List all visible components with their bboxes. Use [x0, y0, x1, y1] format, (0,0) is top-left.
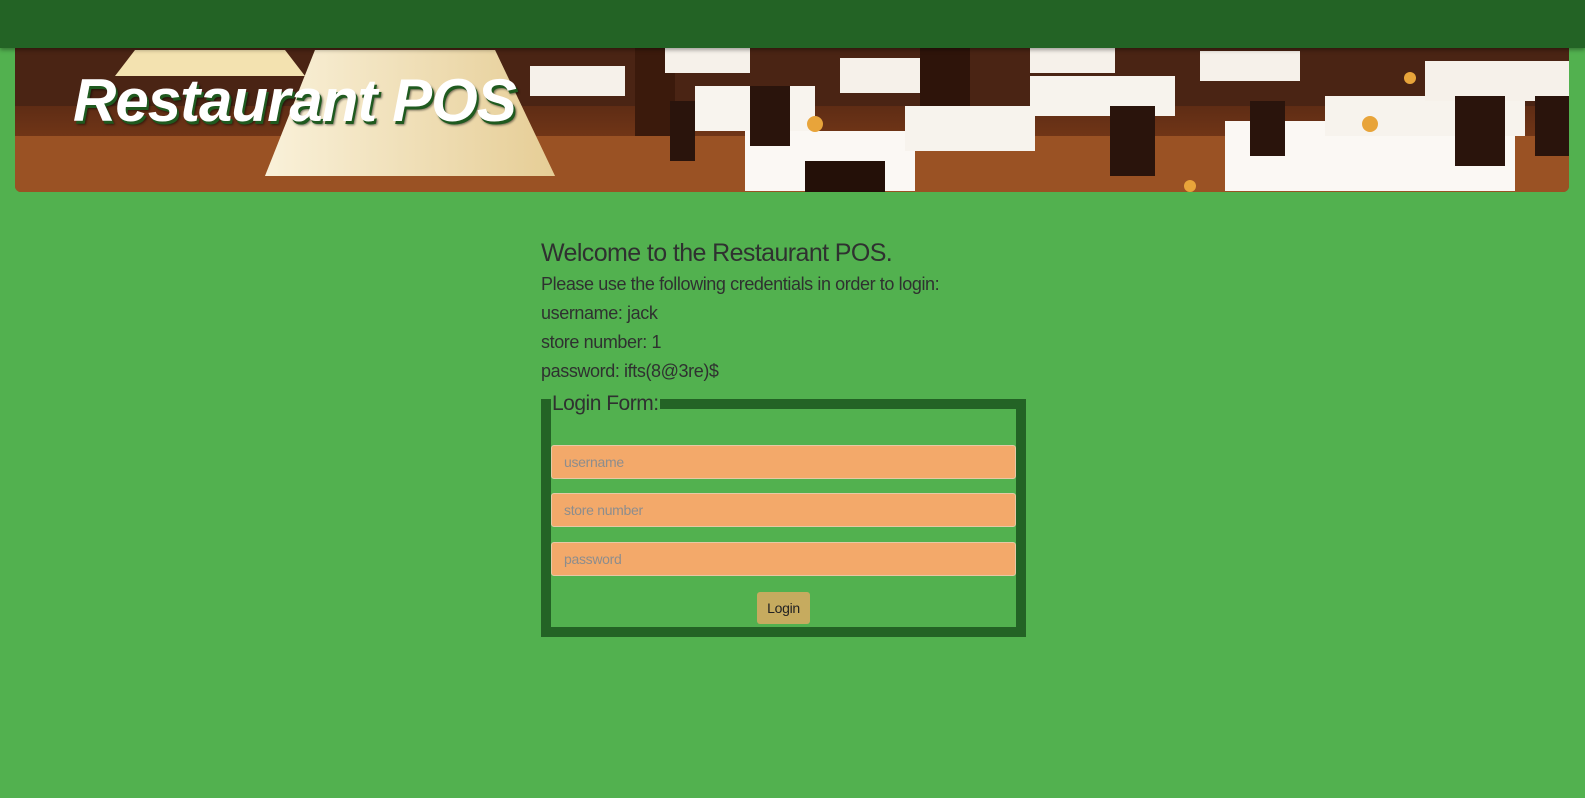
- store-number-input[interactable]: [551, 493, 1016, 527]
- password-input[interactable]: [551, 542, 1016, 576]
- login-form-legend: Login Form:: [552, 392, 659, 415]
- welcome-heading: Welcome to the Restaurant POS.: [541, 239, 893, 267]
- top-bar: [0, 0, 1585, 48]
- login-form: Login Form: Login: [541, 392, 1026, 637]
- header-banner: Restaurant POS: [15, 36, 1569, 192]
- password-credential: password: ifts(8@3re)$: [541, 361, 719, 381]
- main-content: Welcome to the Restaurant POS. Please us…: [541, 236, 1031, 637]
- username-input[interactable]: [551, 445, 1016, 479]
- store-credential: store number: 1: [541, 332, 662, 352]
- instructions-text: Please use the following credentials in …: [541, 274, 940, 294]
- username-credential: username: jack: [541, 303, 658, 323]
- login-button[interactable]: Login: [757, 592, 810, 624]
- site-title: Restaurant POS: [73, 67, 517, 134]
